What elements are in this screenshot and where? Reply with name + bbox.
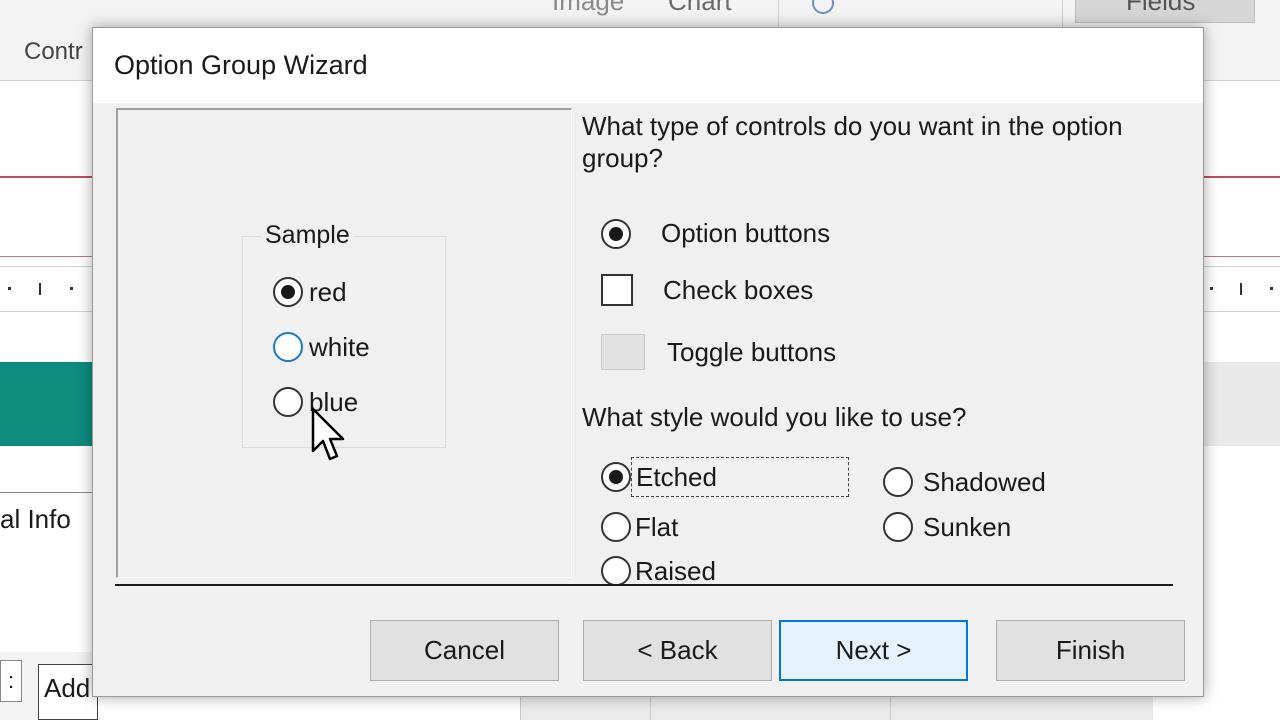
focus-rectangle[interactable]: Etched	[631, 457, 849, 497]
sample-preview-panel: Sample red white blue	[116, 108, 572, 578]
dialog-divider	[115, 584, 1173, 586]
sample-legend: Sample	[261, 221, 354, 250]
ribbon-radio-icon[interactable]	[812, 0, 834, 14]
ruler-dot	[1210, 287, 1213, 290]
radio-unchecked-icon	[273, 387, 303, 417]
ruler-dot	[70, 287, 73, 290]
ruler-tick	[39, 283, 41, 295]
sample-option-red: red	[273, 275, 347, 309]
radio-unchecked-icon[interactable]	[883, 512, 913, 542]
style-option-raised[interactable]: Raised	[601, 554, 716, 584]
radio-unchecked-icon[interactable]	[601, 512, 631, 542]
ruler	[1204, 266, 1280, 312]
ruler	[0, 266, 92, 312]
option-group-wizard-dialog: Option Group Wizard Sample red white blu…	[92, 27, 1204, 697]
control-type-check-boxes[interactable]: Check boxes	[601, 274, 813, 306]
finish-button[interactable]: Finish	[996, 620, 1185, 681]
radio-hover-icon	[273, 332, 303, 362]
control-type-label[interactable]: Toggle buttons	[667, 337, 836, 368]
sample-option-label: red	[309, 276, 347, 307]
section-divider-line	[0, 256, 92, 257]
toggle-button-icon[interactable]	[601, 334, 645, 370]
status-segment	[890, 695, 1153, 720]
control-type-option-buttons[interactable]: Option buttons	[601, 218, 830, 249]
style-question: What style would you like to use?	[582, 402, 967, 432]
ruler-dot	[8, 287, 11, 290]
checkbox-icon[interactable]	[601, 274, 633, 306]
style-option-flat[interactable]: Flat	[601, 510, 678, 544]
control-type-toggle-buttons[interactable]: Toggle buttons	[601, 334, 836, 370]
style-label[interactable]: Flat	[635, 512, 678, 543]
style-option-shadowed[interactable]: Shadowed	[883, 465, 1046, 499]
mouse-cursor-icon	[311, 407, 345, 461]
style-option-etched[interactable]: Etched	[601, 457, 849, 497]
field-textbox[interactable]: Add	[38, 664, 98, 720]
fields-button[interactable]: Fields	[1075, 0, 1255, 23]
sample-option-white: white	[273, 330, 370, 364]
ruler-dot	[1270, 287, 1273, 290]
section-divider-line	[0, 176, 92, 178]
control-type-label[interactable]: Option buttons	[661, 218, 830, 249]
style-option-raised-clip: Raised	[601, 554, 741, 584]
style-label[interactable]: Shadowed	[923, 467, 1046, 498]
option-button-radio-icon[interactable]	[601, 218, 631, 249]
section-band[interactable]	[1204, 362, 1280, 446]
field-label-box[interactable]: :	[0, 660, 22, 702]
style-option-sunken[interactable]: Sunken	[883, 510, 1011, 544]
ribbon-item-chart[interactable]: Chart	[668, 0, 732, 17]
radio-checked-icon[interactable]	[601, 462, 631, 492]
style-label[interactable]: Sunken	[923, 512, 1011, 543]
radio-unchecked-icon[interactable]	[883, 467, 913, 497]
dialog-title: Option Group Wizard	[114, 50, 368, 80]
control-type-label[interactable]: Check boxes	[663, 275, 813, 306]
ribbon-item-image[interactable]: Image	[552, 0, 624, 17]
section-divider-line	[1204, 176, 1280, 178]
ruler-tick	[1240, 283, 1242, 295]
radio-unchecked-icon[interactable]	[601, 556, 631, 584]
style-label[interactable]: Raised	[635, 556, 716, 585]
controls-question: What type of controls do you want in the…	[582, 111, 1123, 173]
selected-section-band[interactable]	[0, 362, 92, 446]
tab-label[interactable]: al Info	[0, 504, 71, 535]
radio-checked-icon	[273, 277, 303, 307]
cancel-button[interactable]: Cancel	[370, 620, 559, 681]
dialog-titlebar[interactable]: Option Group Wizard	[93, 28, 1203, 103]
next-button[interactable]: Next >	[779, 620, 968, 681]
section-divider-line	[1204, 256, 1280, 257]
status-segment	[650, 695, 891, 720]
controls-group-label: Contr	[24, 38, 83, 65]
sample-option-label: white	[309, 331, 370, 362]
style-label[interactable]: Etched	[636, 462, 717, 493]
status-segment	[520, 695, 651, 720]
back-button[interactable]: < Back	[583, 620, 772, 681]
